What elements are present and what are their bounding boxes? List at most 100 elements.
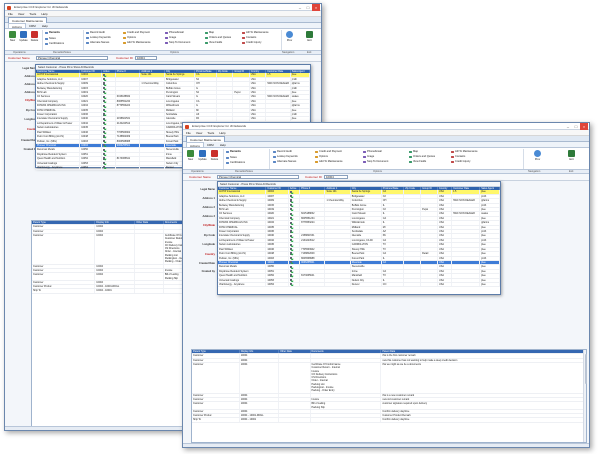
checkbox[interactable]	[103, 157, 106, 160]
minimize-button[interactable]: –	[564, 123, 572, 130]
menu-file[interactable]: File	[8, 11, 13, 16]
orders-quotes-button[interactable]: Orders and Quotes	[205, 36, 231, 40]
checkbox[interactable]	[103, 78, 106, 81]
customer-id-field[interactable]: 10004	[324, 175, 348, 179]
alternate-names-button[interactable]: Alternate Names	[273, 160, 296, 164]
map-button[interactable]: Map	[205, 31, 214, 35]
notes-button[interactable]: Notes	[45, 37, 56, 41]
map-button[interactable]: Map	[409, 150, 418, 154]
menu-file[interactable]: File	[186, 130, 191, 135]
checkbox[interactable]	[289, 252, 293, 255]
stop-to-document-button[interactable]: Stop To Document	[363, 160, 388, 164]
checkbox[interactable]	[103, 86, 106, 90]
checkbox[interactable]	[289, 208, 293, 211]
tab-customer-maintenance[interactable]: Customer Maintenance	[8, 17, 48, 23]
orders-quotes-button[interactable]: Orders and Quotes	[409, 155, 435, 159]
record-audit-button[interactable]: Record Audit	[273, 150, 292, 154]
notes-scrollbar[interactable]	[583, 350, 587, 442]
checkbox[interactable]	[103, 122, 106, 125]
checkbox[interactable]	[289, 212, 293, 215]
close-button[interactable]: ×	[580, 123, 588, 130]
customer-name-field[interactable]: Pioneer Chemical	[36, 56, 108, 60]
alternate-names-button[interactable]: Alternate Names	[86, 41, 109, 45]
table-row[interactable]: Ship To10004 - 10001 Confirm delivery day…	[192, 417, 586, 423]
delete-button[interactable]: Delete	[210, 150, 219, 161]
prev-button[interactable]: Prev	[285, 31, 294, 42]
menu-help[interactable]: Help	[41, 11, 47, 16]
certifications-button[interactable]: Certifications	[226, 161, 245, 165]
checkbox[interactable]	[103, 161, 106, 164]
checkbox[interactable]	[289, 243, 293, 246]
customer-lookup-popup[interactable]: Select Customer - Press F9 to Show All R…	[217, 181, 501, 295]
exit-button[interactable]: Exit	[567, 150, 576, 161]
lookup-keywords-button[interactable]: Lookup Keywords	[273, 155, 298, 159]
prev-button[interactable]: Prev	[533, 150, 542, 161]
remarks-button[interactable]: Remarks	[226, 150, 241, 154]
table-row[interactable]: Vital Energy - Anywhere10054 DenverCO USA j…	[218, 282, 500, 288]
image-button[interactable]: Image	[363, 155, 374, 159]
menu-view[interactable]: View	[196, 130, 202, 135]
image-button[interactable]: Image	[165, 36, 176, 40]
maximize-button[interactable]: □	[304, 4, 312, 11]
checkbox[interactable]	[289, 274, 293, 277]
update-button[interactable]: Update	[198, 150, 207, 161]
credit-payment-button[interactable]: Credit and Payment	[123, 31, 150, 35]
view-fields-button[interactable]: View Fields	[205, 41, 222, 45]
stop-to-document-button[interactable]: Stop To Document	[165, 41, 190, 45]
remarks-button[interactable]: Remarks	[45, 31, 60, 35]
new-button[interactable]: New	[186, 150, 195, 161]
checkbox[interactable]	[103, 144, 106, 147]
lookup-keywords-button[interactable]: Lookup Keywords	[86, 36, 111, 40]
checkbox[interactable]	[289, 247, 293, 251]
credit-inquiry-button[interactable]: Credit Inquiry	[242, 41, 261, 45]
new-button[interactable]: New	[8, 31, 17, 42]
table-row[interactable]: Customer10004 Certificate Of Conformance …	[192, 362, 586, 394]
checkbox[interactable]	[103, 130, 106, 134]
checkbox[interactable]	[103, 73, 106, 76]
delete-button[interactable]: Delete	[30, 31, 39, 42]
checkbox[interactable]	[289, 190, 293, 193]
menu-tools[interactable]: Tools	[207, 130, 214, 135]
checkbox[interactable]	[289, 230, 293, 233]
maximize-button[interactable]: □	[572, 123, 580, 130]
menu-help[interactable]: Help	[219, 130, 225, 135]
menu-view[interactable]: View	[18, 11, 24, 16]
checkbox[interactable]	[103, 104, 106, 107]
checkbox[interactable]	[289, 261, 293, 264]
checkbox[interactable]	[289, 278, 293, 281]
checkbox[interactable]	[103, 135, 106, 138]
view-fields-button[interactable]: View Fields	[409, 160, 426, 164]
certifications-button[interactable]: Certifications	[45, 42, 64, 46]
checkbox[interactable]	[103, 117, 106, 120]
credit-inquiry-button[interactable]: Credit Inquiry	[451, 160, 470, 164]
checkbox[interactable]	[289, 239, 293, 242]
checkbox[interactable]	[289, 199, 293, 202]
checkbox[interactable]	[103, 82, 106, 85]
ar-to-maintenance-button[interactable]: AR To Maintenance	[451, 150, 478, 154]
checkbox[interactable]	[289, 203, 293, 207]
notes-button[interactable]: Notes	[226, 156, 237, 160]
close-button[interactable]: ×	[312, 4, 320, 11]
checkbox[interactable]	[289, 195, 293, 198]
checkbox[interactable]	[289, 234, 293, 237]
minimize-button[interactable]: –	[296, 4, 304, 11]
checkbox[interactable]	[103, 166, 106, 169]
checkbox[interactable]	[103, 148, 106, 151]
ar-to-maintenance-button[interactable]: AR To Maintenance	[242, 31, 269, 35]
options-button[interactable]: Options	[123, 36, 136, 40]
checkbox[interactable]	[289, 256, 293, 259]
menu-tools[interactable]: Tools	[29, 11, 36, 16]
checkbox[interactable]	[103, 100, 106, 103]
checkbox[interactable]	[289, 283, 293, 286]
checkbox[interactable]	[103, 95, 106, 98]
update-button[interactable]: Update	[19, 31, 28, 42]
checkbox[interactable]	[289, 225, 293, 229]
record-audit-button[interactable]: Record Audit	[86, 31, 105, 35]
checkbox[interactable]	[103, 126, 106, 129]
options-button[interactable]: Options	[315, 155, 328, 159]
phone-email-button[interactable]: Phone/Email	[363, 150, 382, 154]
phone-email-button[interactable]: Phone/Email	[165, 31, 184, 35]
checkbox[interactable]	[103, 113, 106, 116]
checkbox[interactable]	[289, 265, 293, 268]
add-to-maintenance-button[interactable]: Add To Maintenance	[123, 41, 151, 45]
